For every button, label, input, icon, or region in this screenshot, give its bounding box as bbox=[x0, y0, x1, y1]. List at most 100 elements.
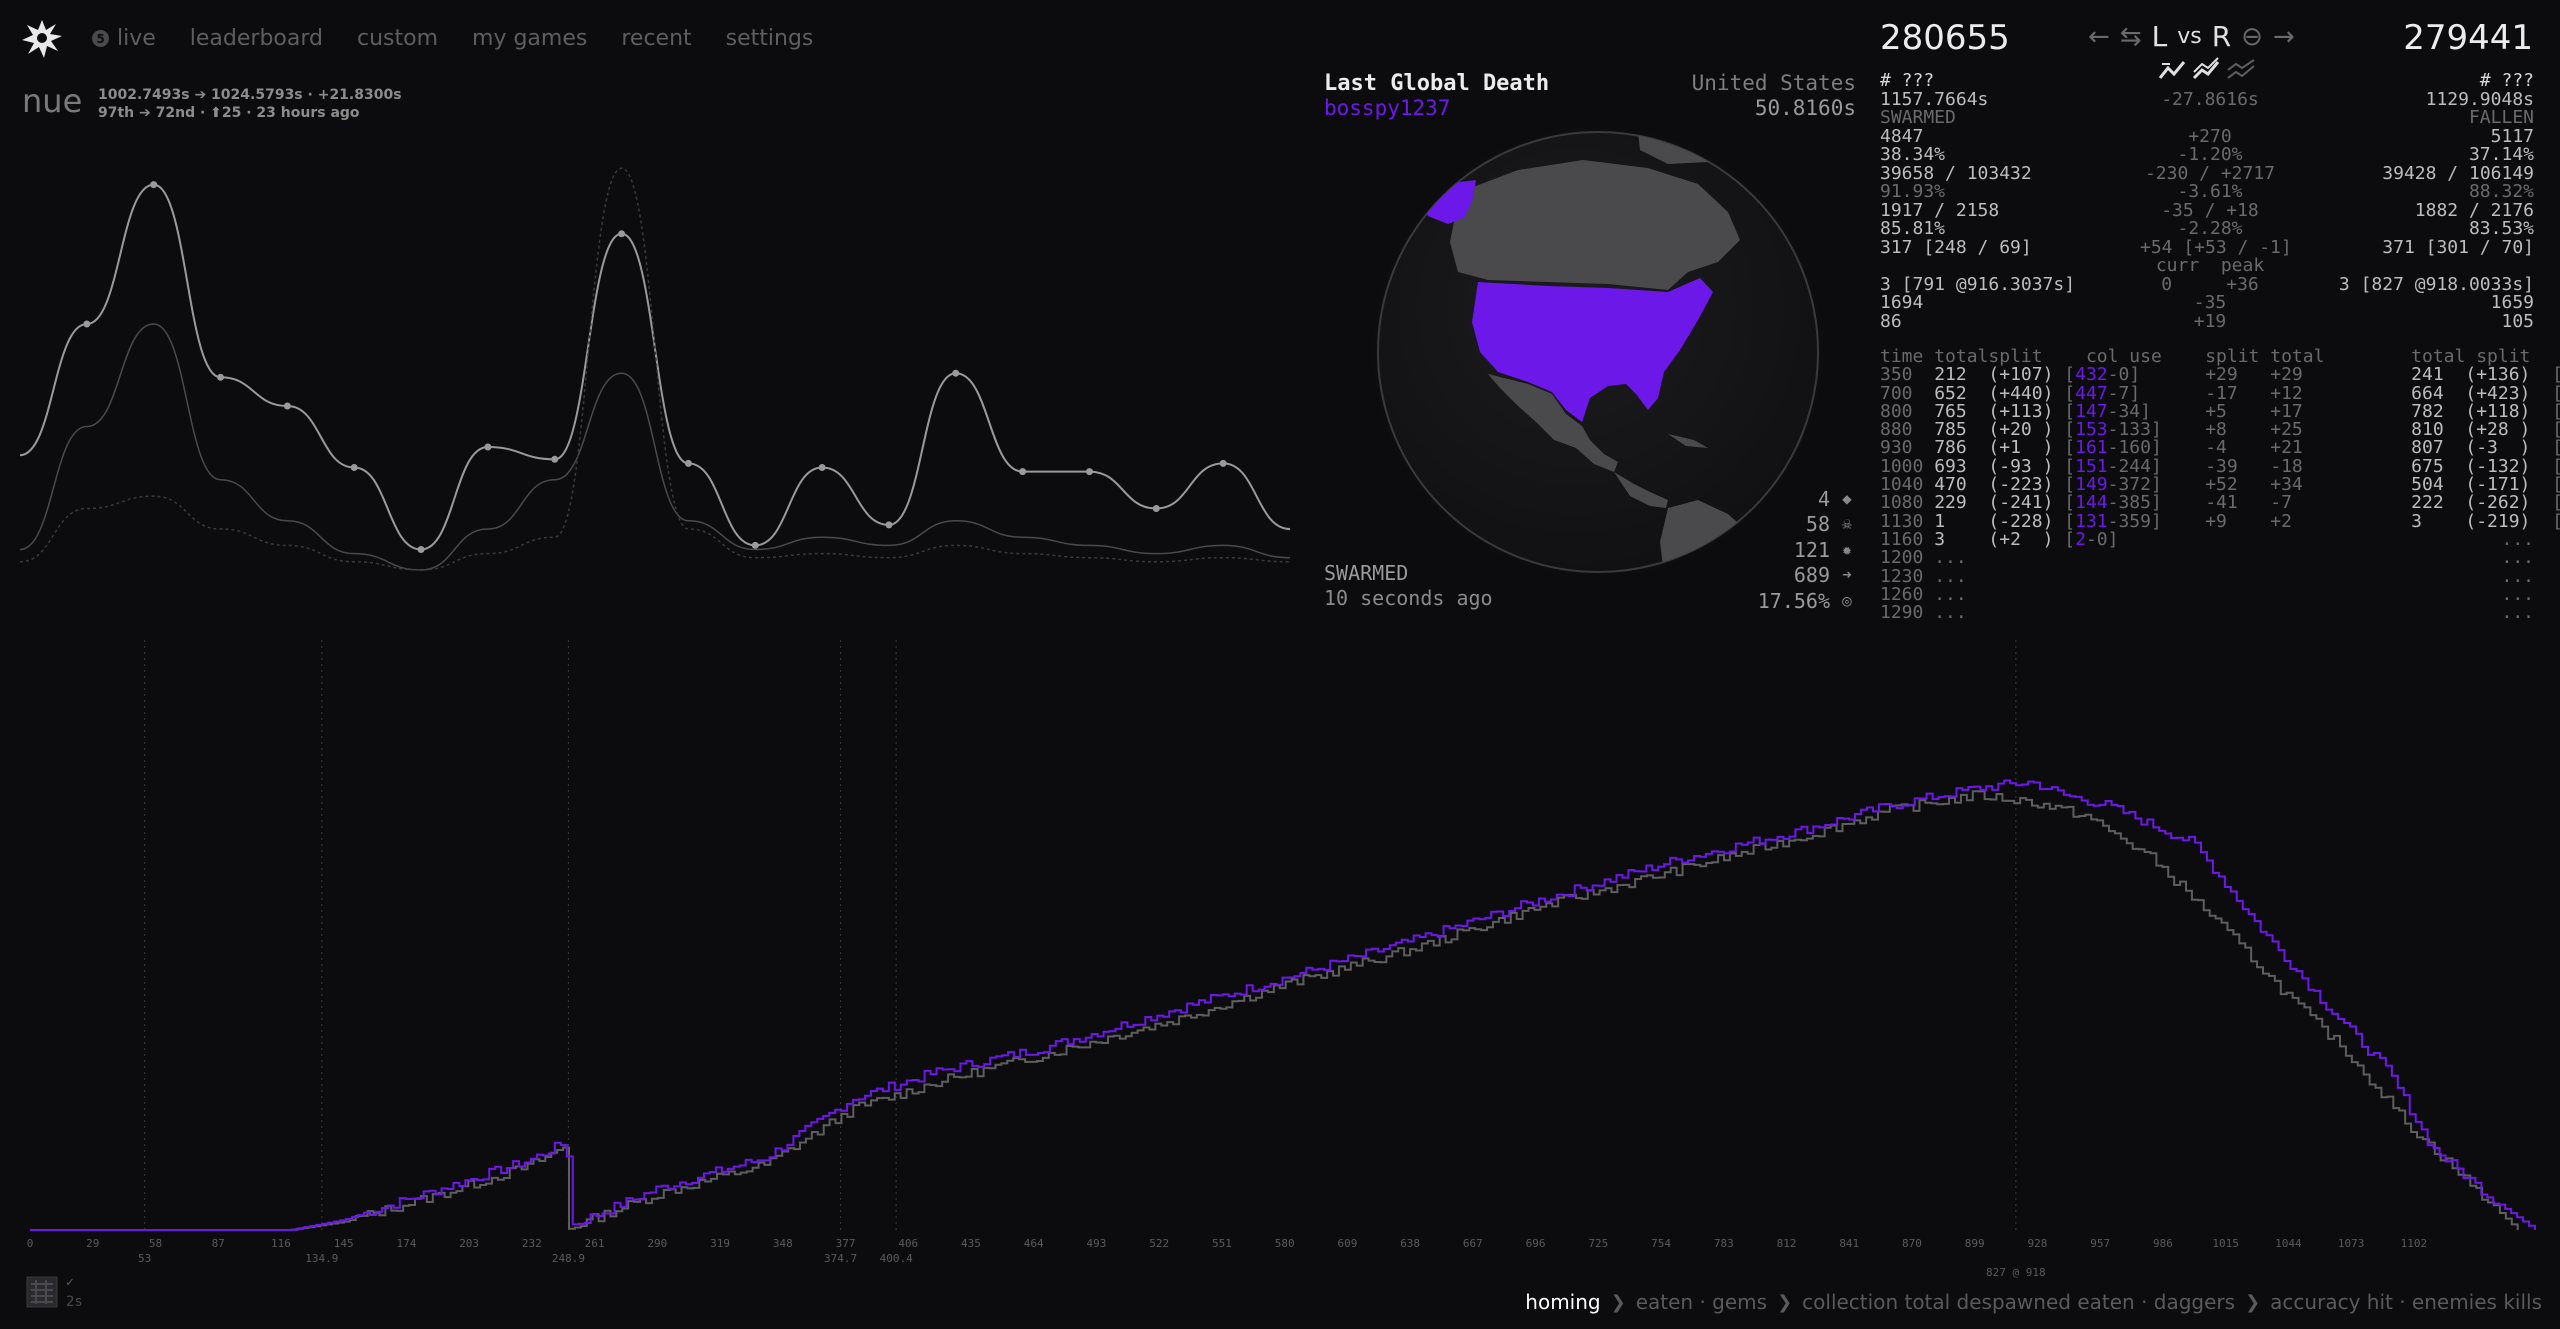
x-tick-label: 290 bbox=[647, 1237, 667, 1250]
x-tick-label: 551 bbox=[1212, 1237, 1232, 1250]
split-right-total: ... bbox=[2501, 602, 2534, 624]
vs-label: vs bbox=[2177, 24, 2202, 49]
x-tick-label: 1015 bbox=[2212, 1237, 2239, 1250]
x-tick-label: 145 bbox=[334, 1237, 354, 1250]
bracket: [ bbox=[2064, 528, 2076, 550]
player-stats: 1002.7493s ➔ 1024.5793s · +21.8300s 97th… bbox=[98, 86, 402, 122]
compare-row: SWARMED FALLEN bbox=[1880, 108, 2534, 128]
last-death-title: Last Global Death bbox=[1324, 71, 1550, 96]
check-circle-icon: ✓ bbox=[66, 1275, 74, 1290]
split-right-split: (-262) bbox=[2465, 492, 2531, 514]
last-death-type: SWARMED bbox=[1324, 561, 1409, 585]
top-nav: 5 live leaderboard custom my games recen… bbox=[92, 26, 813, 51]
mini-data-point[interactable] bbox=[751, 541, 759, 549]
split-left-total: 212 bbox=[1934, 364, 1967, 386]
split-right-total: 3 bbox=[2411, 510, 2422, 532]
crumb-item[interactable]: homing bbox=[1525, 1290, 1600, 1314]
arrow-left-icon[interactable]: ← bbox=[2088, 22, 2110, 52]
mini-series-line bbox=[20, 183, 1291, 551]
mini-data-point[interactable] bbox=[684, 459, 692, 467]
mini-data-point[interactable] bbox=[952, 369, 960, 377]
nav-custom[interactable]: custom bbox=[357, 26, 438, 51]
nav-my-games-label: my games bbox=[472, 26, 588, 51]
compare-left-value: 1694 bbox=[1880, 292, 1924, 313]
chevron-right-icon: ❯ bbox=[1777, 1291, 1793, 1313]
split-diff-total: +29 bbox=[2270, 364, 2303, 386]
mini-data-point[interactable] bbox=[417, 546, 425, 553]
app-logo-icon[interactable] bbox=[18, 14, 66, 62]
arrow-right-icon[interactable]: → bbox=[2273, 22, 2295, 52]
marker-label: 400.4 bbox=[880, 1252, 913, 1265]
splat-icon: ✹ bbox=[1842, 539, 1852, 559]
mini-data-point[interactable] bbox=[1219, 459, 1227, 467]
chevron-right-icon: ❯ bbox=[2245, 1291, 2261, 1313]
minus-circle-icon[interactable]: ⊖ bbox=[2241, 22, 2263, 52]
crumb-item[interactable]: accuracy hit · enemies kills bbox=[2270, 1290, 2542, 1314]
compare-diff-value: -3.61% bbox=[2177, 181, 2243, 202]
mini-data-point[interactable] bbox=[818, 464, 826, 471]
mini-data-point[interactable] bbox=[1085, 468, 1093, 476]
split-diff-total: -7 bbox=[2270, 492, 2292, 514]
split-left-total: ... bbox=[1934, 602, 1967, 624]
last-death-user[interactable]: bosspy1237 bbox=[1324, 96, 1450, 120]
stat-accuracy: 17.56% ◎ bbox=[1758, 588, 1856, 614]
mini-data-point[interactable] bbox=[551, 455, 559, 463]
x-tick-label: 986 bbox=[2153, 1237, 2173, 1250]
mini-series-line bbox=[20, 323, 1291, 571]
stat-kills: 58 ☠ bbox=[1758, 512, 1856, 538]
nav-recent[interactable]: recent bbox=[621, 26, 691, 51]
swap-icon[interactable]: ⇆ bbox=[2120, 22, 2142, 52]
mini-data-point[interactable] bbox=[618, 230, 626, 238]
mini-data-point[interactable] bbox=[217, 373, 225, 381]
split-right-total: 222 bbox=[2411, 492, 2444, 514]
mini-data-point[interactable] bbox=[885, 521, 893, 529]
crumb-item[interactable]: collection total despawned eaten · dagge… bbox=[1802, 1290, 2235, 1314]
compare-row: 91.93% -3.61% 88.32% bbox=[1880, 181, 2534, 202]
x-tick-label: 638 bbox=[1400, 1237, 1420, 1250]
nav-my-games[interactable]: my games bbox=[472, 26, 587, 51]
crumb-item[interactable]: eaten · gems bbox=[1636, 1290, 1767, 1314]
mini-data-point[interactable] bbox=[484, 443, 492, 451]
split-time: 350 bbox=[1880, 364, 1913, 386]
split-row: 1200...... bbox=[1880, 547, 2534, 569]
nav-settings[interactable]: settings bbox=[726, 26, 814, 51]
split-row: 11301(-228)[131-359]+9+23(-219)[120-339] bbox=[1880, 510, 2560, 532]
compare-row: curr peak bbox=[1880, 256, 2534, 276]
replay-icon[interactable] bbox=[26, 1276, 58, 1308]
compare-left-value: 317 [248 / 69] bbox=[1880, 236, 2032, 258]
mini-data-point[interactable] bbox=[283, 402, 291, 410]
split-row: 1230...... bbox=[1880, 567, 2534, 586]
compare-right-value: 371 [301 / 70] bbox=[2382, 236, 2534, 258]
split-diff-split: +9 bbox=[2205, 510, 2227, 532]
mini-data-point[interactable] bbox=[83, 320, 91, 328]
main-series-line-L bbox=[30, 779, 2536, 1231]
mini-data-point[interactable] bbox=[350, 464, 358, 471]
target-icon: ◎ bbox=[1842, 590, 1852, 610]
x-tick-label: 232 bbox=[522, 1237, 542, 1250]
split-row: 1160 3 (+2 ) [2-0]... bbox=[1880, 528, 2534, 550]
mini-data-point[interactable] bbox=[1152, 505, 1160, 512]
x-tick-label: 261 bbox=[585, 1237, 605, 1250]
x-tick-label: 58 bbox=[149, 1237, 162, 1250]
compare-right-value: 88.32% bbox=[2468, 181, 2534, 202]
x-tick-label: 464 bbox=[1024, 1237, 1044, 1250]
last-death-stats: 4 ◆ 58 ☠ 121 ✹ 689 ➜ 17.56% ◎ bbox=[1758, 486, 1856, 614]
player-name[interactable]: nue bbox=[22, 82, 82, 120]
compare-left-value: 85.81% bbox=[1880, 218, 1946, 239]
x-tick-label: 870 bbox=[1902, 1237, 1922, 1250]
marker-label: 374.7 bbox=[824, 1252, 857, 1265]
left-label[interactable]: L bbox=[2152, 20, 2168, 53]
mini-data-point[interactable] bbox=[150, 181, 158, 189]
split-table: time total split col use split total total spli… bbox=[1880, 347, 2560, 624]
split-diff-total: +2 bbox=[2270, 510, 2292, 532]
x-tick-label: 580 bbox=[1275, 1237, 1295, 1250]
compare-right-value: 37.14% bbox=[2468, 144, 2534, 165]
right-label[interactable]: R bbox=[2212, 20, 2231, 53]
split-row: 1260...... bbox=[1880, 585, 2534, 604]
nav-leaderboard[interactable]: leaderboard bbox=[190, 26, 323, 51]
compare-controls: ← ⇆ L vs R ⊖ → bbox=[2088, 20, 2295, 53]
mini-data-point[interactable] bbox=[1019, 468, 1027, 476]
x-tick-label: 319 bbox=[710, 1237, 730, 1250]
split-time: 1200 bbox=[1880, 547, 1924, 569]
nav-live[interactable]: 5 live bbox=[92, 26, 156, 51]
